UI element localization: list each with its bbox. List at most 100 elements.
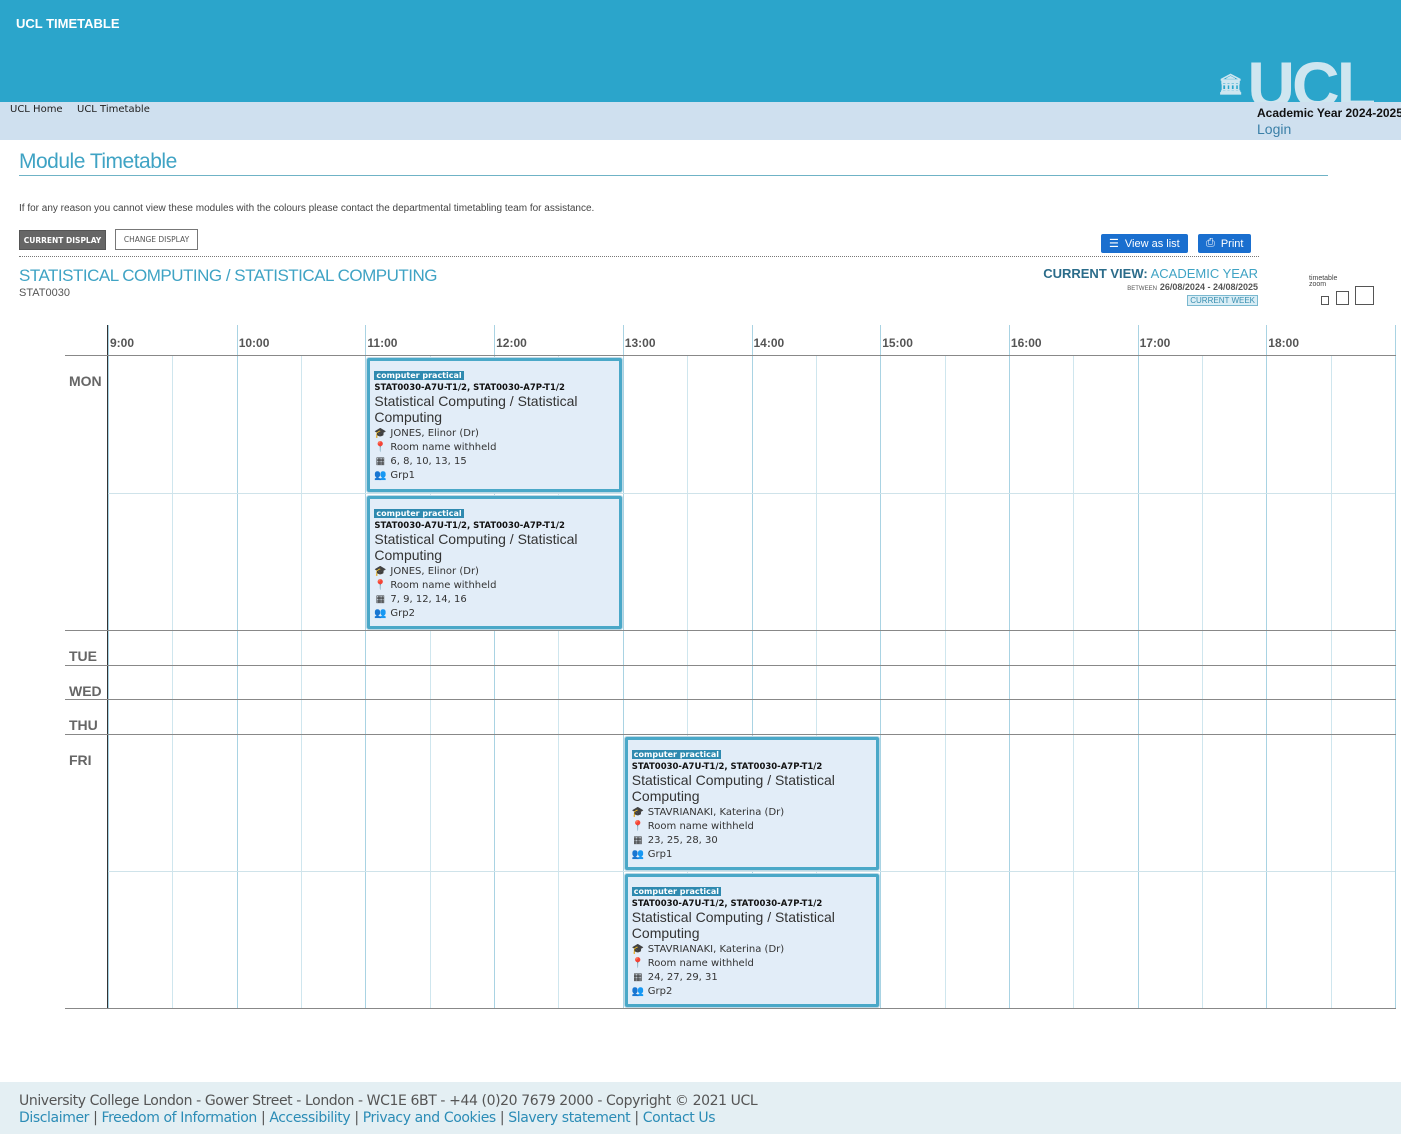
separator: |: [350, 1110, 363, 1126]
event-name: Statistical Computing / Statistical Comp…: [631, 772, 835, 804]
event-codes: STAT0030-A7U-T1/2, STAT0030-A7P-T1/2: [374, 383, 565, 393]
graduation-cap-icon: 🎓: [374, 565, 387, 577]
hour-label: 9:00: [110, 336, 135, 350]
grid-vline: [365, 325, 367, 1008]
users-icon: 👥: [631, 986, 645, 997]
event-room: Room name withheld: [647, 958, 754, 969]
module-code: STAT0030: [19, 287, 70, 299]
users-icon: 👥: [374, 470, 387, 481]
event-room: Room name withheld: [647, 821, 754, 832]
footer-link[interactable]: Disclaimer: [19, 1110, 89, 1126]
day-label-mon: MON: [69, 373, 102, 389]
footer-link[interactable]: Slavery statement: [508, 1110, 630, 1126]
zoom-large-button[interactable]: [1355, 286, 1374, 305]
event-weeks: 7, 9, 12, 14, 16: [390, 593, 467, 605]
event-type-badge: computer practical: [374, 371, 464, 380]
day-row-divider: [65, 630, 1396, 631]
list-icon: ☰: [1109, 238, 1119, 250]
breadcrumb-ucl-timetable[interactable]: UCL Timetable: [77, 104, 150, 115]
header-banner: [0, 0, 1401, 102]
day-label-wed: WED: [69, 683, 102, 699]
grid-vline: [1008, 325, 1010, 1008]
footer-links: Disclaimer | Freedom of Information | Ac…: [19, 1110, 716, 1126]
printer-icon: ⎙: [1206, 237, 1215, 249]
grid-vline: [236, 325, 238, 1008]
login-link[interactable]: Login: [1257, 121, 1291, 137]
event-type-badge: computer practical: [631, 750, 722, 759]
grid-vline: [1201, 355, 1203, 1008]
footer-link[interactable]: Contact Us: [643, 1110, 716, 1126]
zoom-medium-button[interactable]: [1336, 291, 1349, 305]
event-codes: STAT0030-A7U-T1/2, STAT0030-A7P-T1/2: [374, 520, 565, 531]
current-week-button[interactable]: CURRENT WEEK: [1187, 295, 1258, 306]
event-card[interactable]: computer practical STAT0030-A7U-T1/2, ST…: [624, 737, 880, 870]
day-row-divider: [65, 1008, 1396, 1009]
event-type-badge: computer practical: [631, 887, 722, 896]
calendar-icon: ▦: [633, 972, 643, 983]
event-type-badge: computer practical: [374, 508, 464, 518]
hour-label: 14:00: [753, 336, 785, 350]
separator: |: [495, 1110, 509, 1126]
users-icon: 👥: [631, 849, 645, 860]
event-name: Statistical Computing / Statistical Comp…: [631, 909, 835, 941]
hour-label: 16:00: [1010, 336, 1042, 350]
event-name: Statistical Computing / Statistical Comp…: [374, 393, 578, 425]
portico-icon: 🏛: [1218, 74, 1244, 96]
dotted-divider: [19, 256, 1259, 257]
event-group: Grp1: [390, 470, 415, 481]
ucl-logo[interactable]: 🏛UCL: [1218, 52, 1374, 102]
title-divider: [19, 175, 1328, 176]
colour-notice: If for any reason you cannot view these …: [19, 203, 595, 214]
zoom-small-button[interactable]: [1321, 296, 1329, 305]
hour-label: 18:00: [1268, 336, 1299, 350]
calendar-icon: ▦: [633, 835, 643, 846]
footer-address: University College London - Gower Street…: [19, 1093, 758, 1109]
day-label-thu: THU: [69, 717, 98, 733]
hour-label: 12:00: [496, 336, 527, 350]
grid-vline: [172, 355, 174, 1008]
day-row-divider: [65, 665, 1396, 666]
day-label-tue: TUE: [69, 648, 97, 664]
day-row-divider: [65, 699, 1396, 700]
sub-row-divider: [108, 871, 1395, 872]
event-card[interactable]: computer practical STAT0030-A7U-T1/2, ST…: [624, 874, 880, 1007]
event-card[interactable]: computer practical STAT0030-A7U-T1/2, ST…: [367, 495, 622, 629]
date-range: BETWEEN 26/08/2024 - 24/08/2025: [1127, 282, 1258, 292]
map-marker-icon: 📍: [631, 958, 645, 969]
footer-link[interactable]: Freedom of Information: [101, 1110, 257, 1126]
event-lecturer: STAVRIANAKI, Katerina (Dr): [647, 944, 785, 955]
event-weeks: 24, 27, 29, 31: [647, 972, 718, 983]
event-card[interactable]: computer practical STAT0030-A7U-T1/2, ST…: [367, 358, 622, 492]
map-marker-icon: 📍: [374, 442, 387, 453]
event-group: Grp2: [390, 607, 415, 619]
breadcrumb-bar: [0, 102, 1401, 140]
header-rule: [65, 355, 1396, 356]
graduation-cap-icon: 🎓: [631, 944, 645, 955]
grid-vline: [108, 325, 109, 1008]
event-group: Grp1: [647, 849, 673, 860]
module-title: STATISTICAL COMPUTING / STATISTICAL COMP…: [19, 266, 437, 285]
users-icon: 👥: [374, 607, 387, 619]
hour-label: 17:00: [1139, 336, 1171, 350]
change-display-button[interactable]: CHANGE DISPLAY: [115, 229, 198, 250]
separator: |: [256, 1110, 270, 1126]
footer-link[interactable]: Accessibility: [269, 1110, 350, 1126]
current-display-button[interactable]: CURRENT DISPLAY: [19, 230, 106, 250]
academic-year: Academic Year 2024-2025: [1257, 106, 1401, 120]
calendar-icon: ▦: [375, 456, 386, 467]
separator: |: [89, 1110, 102, 1126]
breadcrumb-ucl-home[interactable]: UCL Home: [10, 104, 63, 115]
timetable-zoom-label: timetable zoom: [1309, 275, 1338, 288]
day-row-divider: [65, 734, 1396, 735]
hour-label: 15:00: [882, 336, 913, 350]
hour-label: 10:00: [238, 336, 270, 350]
grid-vline: [880, 325, 882, 1008]
view-as-list-button[interactable]: ☰ View as list: [1101, 234, 1188, 253]
grid-vline: [944, 355, 946, 1008]
event-codes: STAT0030-A7U-T1/2, STAT0030-A7P-T1/2: [631, 762, 823, 772]
print-button[interactable]: ⎙ Print: [1198, 234, 1252, 253]
day-column-divider: [107, 325, 108, 1008]
footer-link[interactable]: Privacy and Cookies: [363, 1110, 497, 1126]
grid-vline: [1395, 325, 1396, 1008]
grid-vline: [1073, 355, 1075, 1008]
